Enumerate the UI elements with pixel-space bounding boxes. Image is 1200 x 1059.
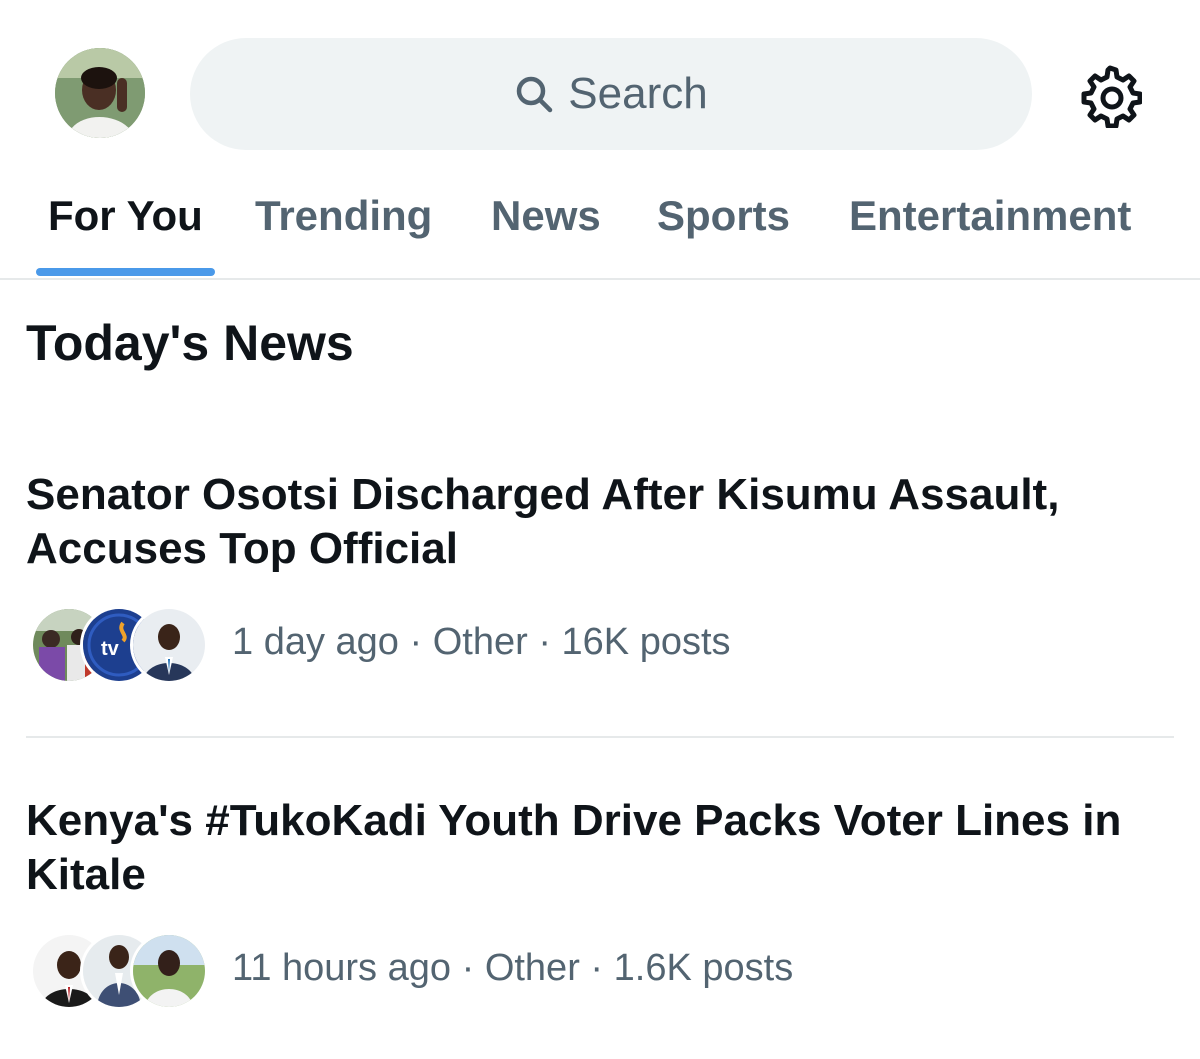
story-time: 1 day ago — [232, 620, 399, 663]
news-story[interactable]: Kenya's #TukoKadi Youth Drive Packs Vote… — [26, 794, 1174, 1010]
tab-for-you[interactable]: For You — [48, 192, 203, 240]
story-meta: tv 1 day ago · Other · 16K posts — [26, 604, 1174, 684]
meta-separator: · — [409, 620, 423, 663]
story-category: Other — [484, 946, 580, 989]
person-outdoor-avatar — [130, 932, 208, 1010]
meta-separator: · — [590, 946, 604, 989]
story-title[interactable]: Senator Osotsi Discharged After Kisumu A… — [26, 468, 1126, 576]
tab-news[interactable]: News — [491, 192, 601, 240]
search-placeholder: Search — [568, 69, 708, 118]
tab-bar: For You Trending News Sports Entertainme… — [0, 170, 1200, 280]
story-meta-text: 11 hours ago · Other · 1.6K posts — [232, 947, 793, 990]
story-posts: 16K posts — [561, 620, 731, 663]
news-story[interactable]: Senator Osotsi Discharged After Kisumu A… — [26, 468, 1174, 684]
tab-trending[interactable]: Trending — [255, 192, 432, 240]
section-title: Today's News — [26, 315, 354, 371]
story-title[interactable]: Kenya's #TukoKadi Youth Drive Packs Vote… — [26, 794, 1126, 902]
story-meta: 11 hours ago · Other · 1.6K posts — [26, 930, 1174, 1010]
story-category: Other — [432, 620, 528, 663]
story-meta-text: 1 day ago · Other · 16K posts — [232, 621, 731, 664]
meta-separator: · — [538, 620, 551, 663]
story-avatars: tv — [26, 604, 208, 684]
story-avatars — [26, 930, 208, 1010]
svg-text:tv: tv — [101, 638, 120, 660]
profile-avatar[interactable] — [55, 48, 145, 138]
meta-separator: · — [461, 946, 475, 989]
story-posts: 1.6K posts — [613, 946, 794, 989]
active-tab-indicator — [36, 268, 215, 276]
story-time: 11 hours ago — [232, 946, 452, 989]
avatar-photo — [55, 48, 145, 138]
story-divider — [26, 736, 1174, 738]
top-bar: Search — [0, 0, 1200, 170]
tab-sports[interactable]: Sports — [657, 192, 790, 240]
person-suit-avatar — [130, 606, 208, 684]
search-icon — [514, 74, 554, 114]
search-inner: Search — [514, 69, 708, 119]
search-bar[interactable]: Search — [190, 38, 1032, 150]
gear-icon[interactable] — [1078, 64, 1143, 129]
tab-entertainment[interactable]: Entertainment — [849, 192, 1131, 240]
